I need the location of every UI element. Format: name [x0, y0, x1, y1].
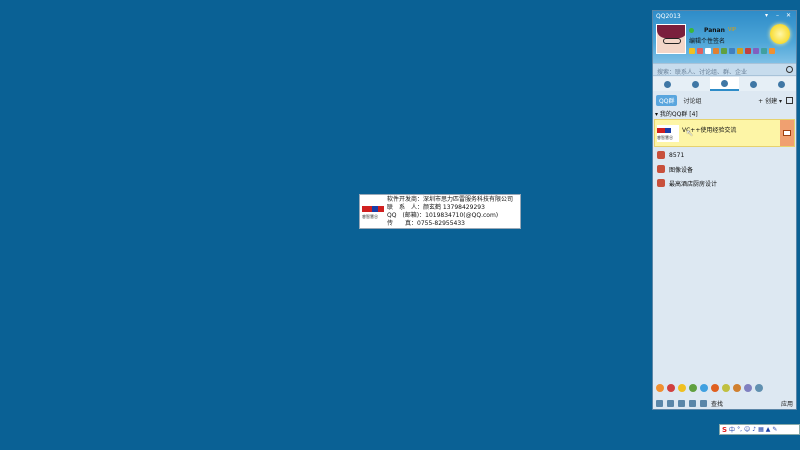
avatar[interactable]: [656, 24, 686, 54]
online-status-icon[interactable]: [689, 28, 694, 33]
group-name: 图像设备: [669, 166, 694, 174]
ime-logo-icon[interactable]: S: [722, 426, 727, 434]
app-icon[interactable]: [744, 384, 752, 392]
group-icon: [657, 165, 665, 173]
list-item[interactable]: 最高酒店厨房设计: [657, 178, 717, 188]
find-icon[interactable]: [700, 399, 707, 407]
ime-language-toggle[interactable]: 中: [729, 425, 735, 434]
news-icon[interactable]: [761, 48, 767, 54]
quick-app-icons: [689, 48, 775, 54]
bottom-toolbar: 查找 应用: [653, 397, 796, 409]
group-icon: [657, 179, 665, 187]
main-menu-icon[interactable]: [656, 399, 663, 407]
skin-icon[interactable]: ▾: [763, 13, 770, 19]
weather-sun-icon[interactable]: [770, 24, 790, 44]
find-button[interactable]: 查找: [711, 399, 723, 408]
vendor-info-card: 睿智慧谷 软件开发商：深圳市思力匹雷服务科技有限公司 联 系 人：颜玄鹤 137…: [359, 194, 521, 229]
subtab-discussion[interactable]: 讨论组: [680, 95, 704, 106]
nickname: Panan: [704, 27, 725, 34]
search-icon[interactable]: [786, 66, 793, 73]
tab-recent[interactable]: [767, 77, 796, 91]
app-grid-icon[interactable]: [755, 384, 763, 392]
pet-icon[interactable]: [753, 48, 759, 54]
vendor-logo-caption: 睿智慧谷: [362, 214, 378, 219]
list-item[interactable]: 8571: [657, 150, 684, 160]
close-icon[interactable]: ✕: [785, 13, 792, 19]
ime-voice-icon[interactable]: ♪: [752, 426, 756, 433]
search-bar[interactable]: 搜索：联系人、讨论组、群、企业: [653, 63, 796, 76]
zone-icon: [749, 80, 757, 88]
app-icon[interactable]: [667, 384, 675, 392]
group-avatar-caption: 睿智慧谷: [657, 135, 673, 140]
settings-icon[interactable]: [667, 399, 674, 407]
qq-header: QQ2013 ▾ – ✕ Panan VIP 编辑个性签名: [653, 11, 796, 63]
ime-mood-icon[interactable]: ☺: [744, 426, 750, 433]
vendor-developer-line: 软件开发商：深圳市思力匹雷服务科技有限公司: [387, 196, 514, 203]
contacts-icon: [663, 80, 671, 88]
group-avatar: 睿智慧谷: [657, 125, 679, 142]
app-icon[interactable]: [689, 384, 697, 392]
ime-skin-icon[interactable]: ▲: [766, 426, 771, 433]
tab-favorites[interactable]: [682, 77, 711, 91]
group-icon: [657, 151, 665, 159]
app-icon[interactable]: [700, 384, 708, 392]
tab-contacts[interactable]: [653, 77, 682, 91]
message-manager-icon[interactable]: [678, 399, 685, 407]
create-button[interactable]: + 创建 ▾: [758, 96, 782, 105]
apps-button[interactable]: 应用: [781, 399, 793, 408]
favorites-icon: [692, 80, 700, 88]
group-message-icon[interactable]: [780, 120, 794, 146]
app-icon[interactable]: [722, 384, 730, 392]
minimize-icon[interactable]: –: [774, 13, 781, 19]
window-controls: ▾ – ✕: [763, 13, 792, 19]
game-icon[interactable]: [737, 48, 743, 54]
app-icon[interactable]: [656, 384, 664, 392]
tab-zone[interactable]: [739, 77, 768, 91]
list-item[interactable]: 图像设备: [657, 164, 693, 174]
shop-icon[interactable]: [745, 48, 751, 54]
ime-punctuation-icon[interactable]: °,: [737, 426, 742, 433]
bell-icon[interactable]: [769, 48, 775, 54]
mouse-cursor-icon: ↖: [686, 129, 694, 139]
mail-icon[interactable]: [705, 48, 711, 54]
app-icon[interactable]: [678, 384, 686, 392]
search-input[interactable]: 搜索：联系人、讨论组、群、企业: [657, 67, 747, 76]
tab-groups[interactable]: [710, 77, 739, 91]
list-item[interactable]: 睿智慧谷 VC++使用经验交流: [654, 119, 795, 147]
ime-tools-icon[interactable]: ✎: [772, 426, 777, 433]
qq-main-panel: QQ2013 ▾ – ✕ Panan VIP 编辑个性签名 搜索：联系人、讨论组…: [652, 10, 797, 410]
star-icon[interactable]: [689, 48, 695, 54]
vendor-contact-line: 联 系 人：颜玄鹤 13798429293: [387, 204, 485, 211]
vendor-logo: 睿智慧谷: [362, 203, 386, 221]
group-name: 最高酒店厨房设计: [669, 180, 718, 188]
home-icon[interactable]: [786, 96, 793, 104]
weibo-icon[interactable]: [729, 48, 735, 54]
qzone-icon[interactable]: [697, 48, 703, 54]
vendor-qq-line: QQ (邮箱)：1019834710(@QQ.com): [387, 212, 499, 219]
group-subbar: QQ群 讨论组 + 创建 ▾: [653, 94, 796, 106]
subtab-qq-groups[interactable]: QQ群: [656, 94, 678, 106]
ime-toolbar: S 中 °, ☺ ♪ ▦ ▲ ✎: [719, 424, 800, 435]
groups-icon: [720, 79, 728, 87]
file-icon[interactable]: [689, 399, 696, 407]
wallet-icon[interactable]: [713, 48, 719, 54]
app-toolbar: [653, 382, 796, 394]
signature-field[interactable]: 编辑个性签名: [689, 36, 725, 45]
recent-icon: [778, 80, 786, 88]
app-icon[interactable]: [711, 384, 719, 392]
ime-keyboard-icon[interactable]: ▦: [758, 426, 764, 433]
window-title: QQ2013: [656, 13, 681, 20]
group-section-header[interactable]: ▾ 我的QQ群 [4]: [655, 109, 698, 118]
vip-badge[interactable]: VIP: [728, 27, 736, 33]
group-name: 8571: [669, 151, 685, 159]
app-icon[interactable]: [733, 384, 741, 392]
music-icon[interactable]: [721, 48, 727, 54]
main-tabs: [653, 77, 796, 91]
vendor-fax-line: 传 真：0755-82955433: [387, 220, 465, 227]
